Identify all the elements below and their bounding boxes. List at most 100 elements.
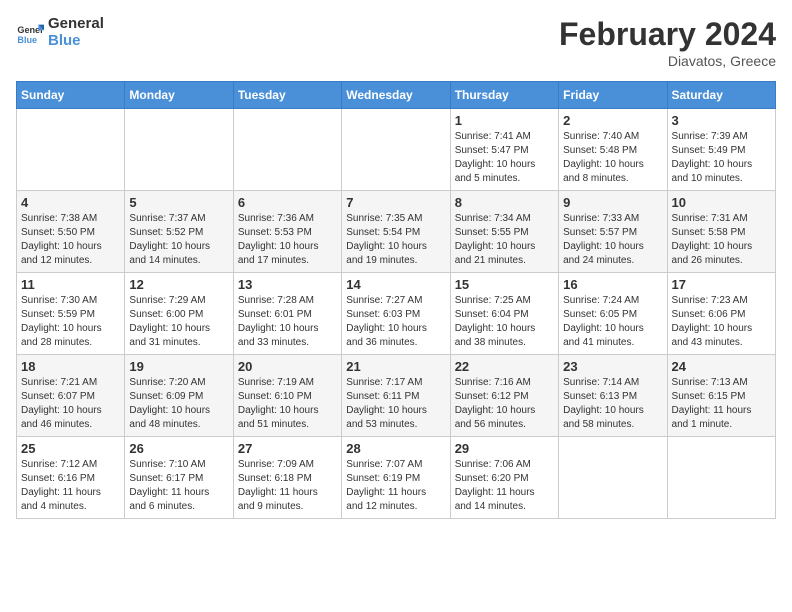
svg-text:Blue: Blue (17, 34, 37, 44)
day-number: 29 (455, 441, 554, 456)
day-number: 3 (672, 113, 771, 128)
day-number: 28 (346, 441, 445, 456)
weekday-header-thursday: Thursday (450, 82, 558, 109)
weekday-header-monday: Monday (125, 82, 233, 109)
calendar-cell (233, 109, 341, 191)
weekday-header-wednesday: Wednesday (342, 82, 450, 109)
day-info: Sunrise: 7:40 AM Sunset: 5:48 PM Dayligh… (563, 130, 662, 186)
day-info: Sunrise: 7:09 AM Sunset: 6:18 PM Dayligh… (238, 458, 337, 514)
day-info: Sunrise: 7:34 AM Sunset: 5:55 PM Dayligh… (455, 212, 554, 268)
day-number: 20 (238, 359, 337, 374)
calendar-cell: 21Sunrise: 7:17 AM Sunset: 6:11 PM Dayli… (342, 355, 450, 437)
calendar-cell: 15Sunrise: 7:25 AM Sunset: 6:04 PM Dayli… (450, 273, 558, 355)
page-header: General Blue General Blue February 2024 … (16, 16, 776, 69)
day-number: 24 (672, 359, 771, 374)
day-number: 8 (455, 195, 554, 210)
day-number: 1 (455, 113, 554, 128)
logo: General Blue General Blue (16, 16, 104, 49)
day-number: 23 (563, 359, 662, 374)
day-number: 7 (346, 195, 445, 210)
day-info: Sunrise: 7:20 AM Sunset: 6:09 PM Dayligh… (129, 376, 228, 432)
calendar-cell: 24 Sunrise: 7:13 AM Sunset: 6:15 PM Dayli… (667, 355, 775, 437)
day-number: 4 (21, 195, 120, 210)
calendar-cell: 17 Sunrise: 7:23 AM Sunset: 6:06 PM Dayli… (667, 273, 775, 355)
calendar-cell: 9 Sunrise: 7:33 AM Sunset: 5:57 PM Daylig… (559, 191, 667, 273)
weekday-header-tuesday: Tuesday (233, 82, 341, 109)
day-number: 17 (672, 277, 771, 292)
calendar-cell: 11 Sunrise: 7:30 AM Sunset: 5:59 PM Dayli… (17, 273, 125, 355)
weekday-header-friday: Friday (559, 82, 667, 109)
day-number: 14 (346, 277, 445, 292)
day-info: Sunrise: 7:38 AM Sunset: 5:50 PM Dayligh… (21, 212, 120, 268)
calendar-cell: 8 Sunrise: 7:34 AM Sunset: 5:55 PM Daylig… (450, 191, 558, 273)
day-number: 21 (346, 359, 445, 374)
calendar-cell: 7 Sunrise: 7:35 AM Sunset: 5:54 PM Daylig… (342, 191, 450, 273)
day-info: Sunrise: 7:24 AM Sunset: 6:05 PM Dayligh… (563, 294, 662, 350)
day-info: Sunrise: 7:28 AM Sunset: 6:01 PM Dayligh… (238, 294, 337, 350)
logo-icon: General Blue (16, 19, 44, 47)
calendar-cell: 5 Sunrise: 7:37 AM Sunset: 5:52 PM Daylig… (125, 191, 233, 273)
weekday-header-sunday: Sunday (17, 82, 125, 109)
calendar-cell: 19 Sunrise: 7:20 AM Sunset: 6:09 PM Dayli… (125, 355, 233, 437)
day-info: Sunrise: 7:10 AM Sunset: 6:17 PM Dayligh… (129, 458, 228, 514)
calendar-cell: 13 Sunrise: 7:28 AM Sunset: 6:01 PM Dayli… (233, 273, 341, 355)
calendar-cell (559, 437, 667, 519)
day-info: Sunrise: 7:35 AM Sunset: 5:54 PM Dayligh… (346, 212, 445, 268)
calendar-week-row: 11 Sunrise: 7:30 AM Sunset: 5:59 PM Dayli… (17, 273, 776, 355)
day-number: 25 (21, 441, 120, 456)
day-info: Sunrise: 7:31 AM Sunset: 5:58 PM Dayligh… (672, 212, 771, 268)
day-info: Sunrise: 7:37 AM Sunset: 5:52 PM Dayligh… (129, 212, 228, 268)
calendar-cell: 26 Sunrise: 7:10 AM Sunset: 6:17 PM Dayli… (125, 437, 233, 519)
calendar-cell (17, 109, 125, 191)
weekday-header-row: SundayMondayTuesdayWednesdayThursdayFrid… (17, 82, 776, 109)
day-info: Sunrise: 7:25 AM Sunset: 6:04 PM Dayligh… (455, 294, 554, 350)
day-number: 9 (563, 195, 662, 210)
calendar-cell (342, 109, 450, 191)
day-number: 26 (129, 441, 228, 456)
calendar-week-row: 4 Sunrise: 7:38 AM Sunset: 5:50 PM Daylig… (17, 191, 776, 273)
day-number: 18 (21, 359, 120, 374)
day-number: 12 (129, 277, 228, 292)
calendar-cell: 23 Sunrise: 7:14 AM Sunset: 6:13 PM Dayli… (559, 355, 667, 437)
day-info: Sunrise: 7:33 AM Sunset: 5:57 PM Dayligh… (563, 212, 662, 268)
calendar-cell: 4 Sunrise: 7:38 AM Sunset: 5:50 PM Daylig… (17, 191, 125, 273)
calendar-cell: 16 Sunrise: 7:24 AM Sunset: 6:05 PM Dayli… (559, 273, 667, 355)
weekday-header-saturday: Saturday (667, 82, 775, 109)
day-number: 6 (238, 195, 337, 210)
day-number: 5 (129, 195, 228, 210)
day-info: Sunrise: 7:07 AM Sunset: 6:19 PM Dayligh… (346, 458, 445, 514)
day-info: Sunrise: 7:13 AM Sunset: 6:15 PM Dayligh… (672, 376, 771, 432)
calendar-week-row: 18Sunrise: 7:21 AM Sunset: 6:07 PM Dayli… (17, 355, 776, 437)
calendar-cell (125, 109, 233, 191)
calendar-cell: 2 Sunrise: 7:40 AM Sunset: 5:48 PM Daylig… (559, 109, 667, 191)
title-block: February 2024 Diavatos, Greece (559, 16, 776, 69)
day-info: Sunrise: 7:30 AM Sunset: 5:59 PM Dayligh… (21, 294, 120, 350)
day-info: Sunrise: 7:27 AM Sunset: 6:03 PM Dayligh… (346, 294, 445, 350)
day-info: Sunrise: 7:23 AM Sunset: 6:06 PM Dayligh… (672, 294, 771, 350)
day-info: Sunrise: 7:12 AM Sunset: 6:16 PM Dayligh… (21, 458, 120, 514)
calendar-cell: 28 Sunrise: 7:07 AM Sunset: 6:19 PM Dayli… (342, 437, 450, 519)
day-number: 19 (129, 359, 228, 374)
calendar-cell (667, 437, 775, 519)
day-info: Sunrise: 7:16 AM Sunset: 6:12 PM Dayligh… (455, 376, 554, 432)
calendar-cell: 22Sunrise: 7:16 AM Sunset: 6:12 PM Dayli… (450, 355, 558, 437)
calendar-cell: 6Sunrise: 7:36 AM Sunset: 5:53 PM Daylig… (233, 191, 341, 273)
day-number: 2 (563, 113, 662, 128)
logo-general-text: General (48, 16, 104, 33)
calendar-cell: 12Sunrise: 7:29 AM Sunset: 6:00 PM Dayli… (125, 273, 233, 355)
calendar-week-row: 25 Sunrise: 7:12 AM Sunset: 6:16 PM Dayli… (17, 437, 776, 519)
calendar-cell: 27Sunrise: 7:09 AM Sunset: 6:18 PM Dayli… (233, 437, 341, 519)
calendar-cell: 20Sunrise: 7:19 AM Sunset: 6:10 PM Dayli… (233, 355, 341, 437)
calendar-cell: 14 Sunrise: 7:27 AM Sunset: 6:03 PM Dayli… (342, 273, 450, 355)
calendar-cell: 18Sunrise: 7:21 AM Sunset: 6:07 PM Dayli… (17, 355, 125, 437)
calendar-table: SundayMondayTuesdayWednesdayThursdayFrid… (16, 81, 776, 519)
calendar-week-row: 1Sunrise: 7:41 AM Sunset: 5:47 PM Daylig… (17, 109, 776, 191)
day-number: 11 (21, 277, 120, 292)
day-number: 16 (563, 277, 662, 292)
day-info: Sunrise: 7:14 AM Sunset: 6:13 PM Dayligh… (563, 376, 662, 432)
logo-blue-text: Blue (48, 33, 104, 50)
month-title: February 2024 (559, 16, 776, 53)
day-number: 13 (238, 277, 337, 292)
calendar-cell: 29Sunrise: 7:06 AM Sunset: 6:20 PM Dayli… (450, 437, 558, 519)
location-text: Diavatos, Greece (559, 53, 776, 69)
